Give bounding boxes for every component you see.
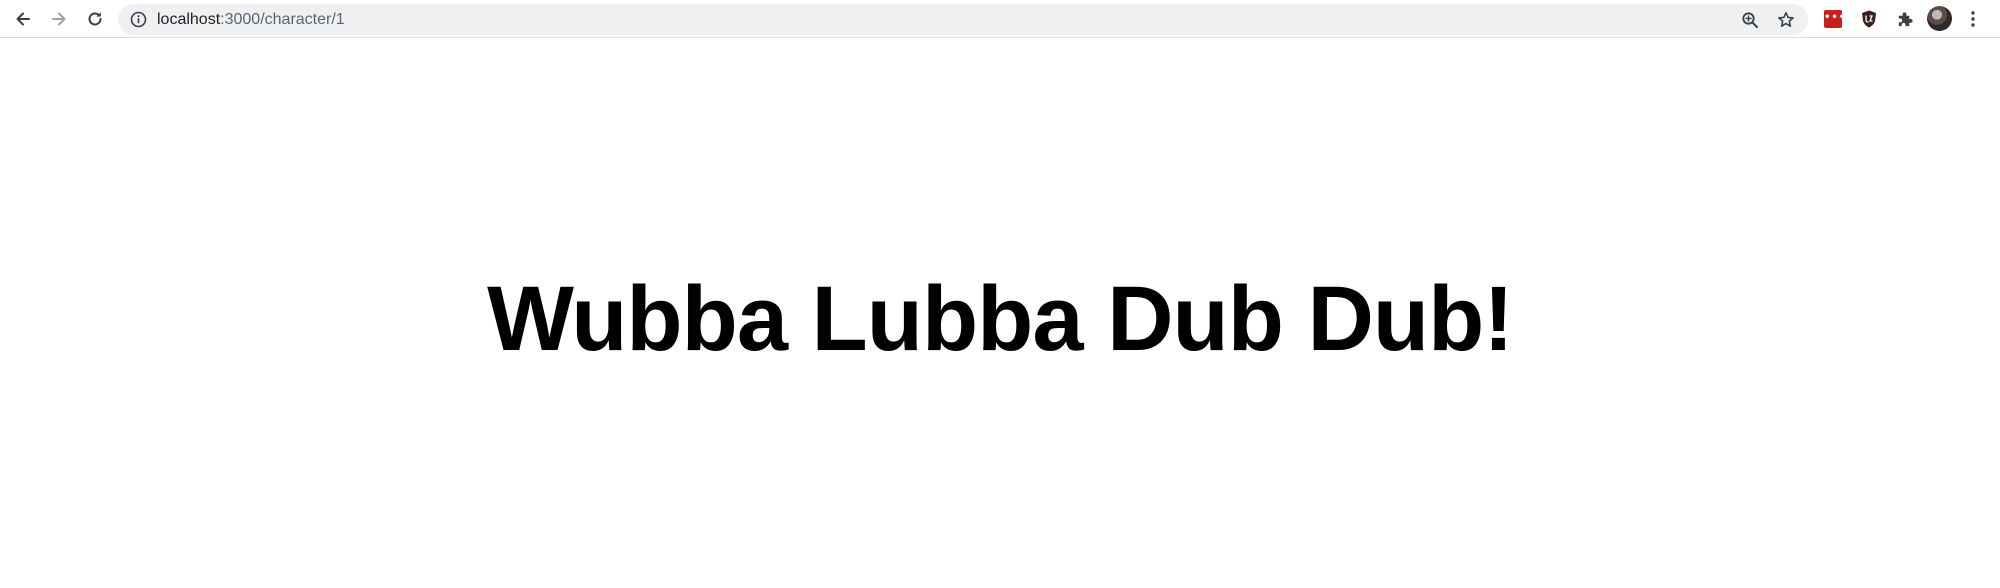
forward-button[interactable] [44,5,74,33]
page-content: Wubba Lubba Dub Dub! [0,38,2000,588]
url-host: localhost [157,11,221,28]
address-bar[interactable]: localhost:3000/character/1 [118,4,1808,35]
reload-button[interactable] [80,5,110,33]
star-icon [1778,12,1794,27]
browser-menu-button[interactable] [1962,8,1984,30]
reload-icon [88,12,102,26]
back-arrow-icon [16,12,30,26]
bookmark-button[interactable] [1775,9,1797,31]
shield-extension-icon [1862,10,1876,28]
url-text[interactable]: localhost:3000/character/1 [157,4,345,35]
extensions-button[interactable] [1893,8,1915,30]
page-headline: Wubba Lubba Dub Dub! [487,267,1514,370]
zoom-icon [1742,12,1758,28]
browser-toolbar: localhost:3000/character/1 ••• [0,0,2000,38]
url-path: :3000/character/1 [220,11,345,28]
shield-extension-button[interactable] [1858,8,1880,30]
avatar[interactable] [1927,6,1952,31]
forward-arrow-icon [52,12,66,26]
zoom-button[interactable] [1739,9,1761,31]
back-button[interactable] [8,5,38,33]
puzzle-icon [1898,11,1913,26]
kebab-menu-icon [1971,11,1975,27]
red-extension-icon: ••• [1824,10,1845,28]
red-extension-button[interactable]: ••• [1822,8,1845,30]
info-icon[interactable] [130,11,147,28]
